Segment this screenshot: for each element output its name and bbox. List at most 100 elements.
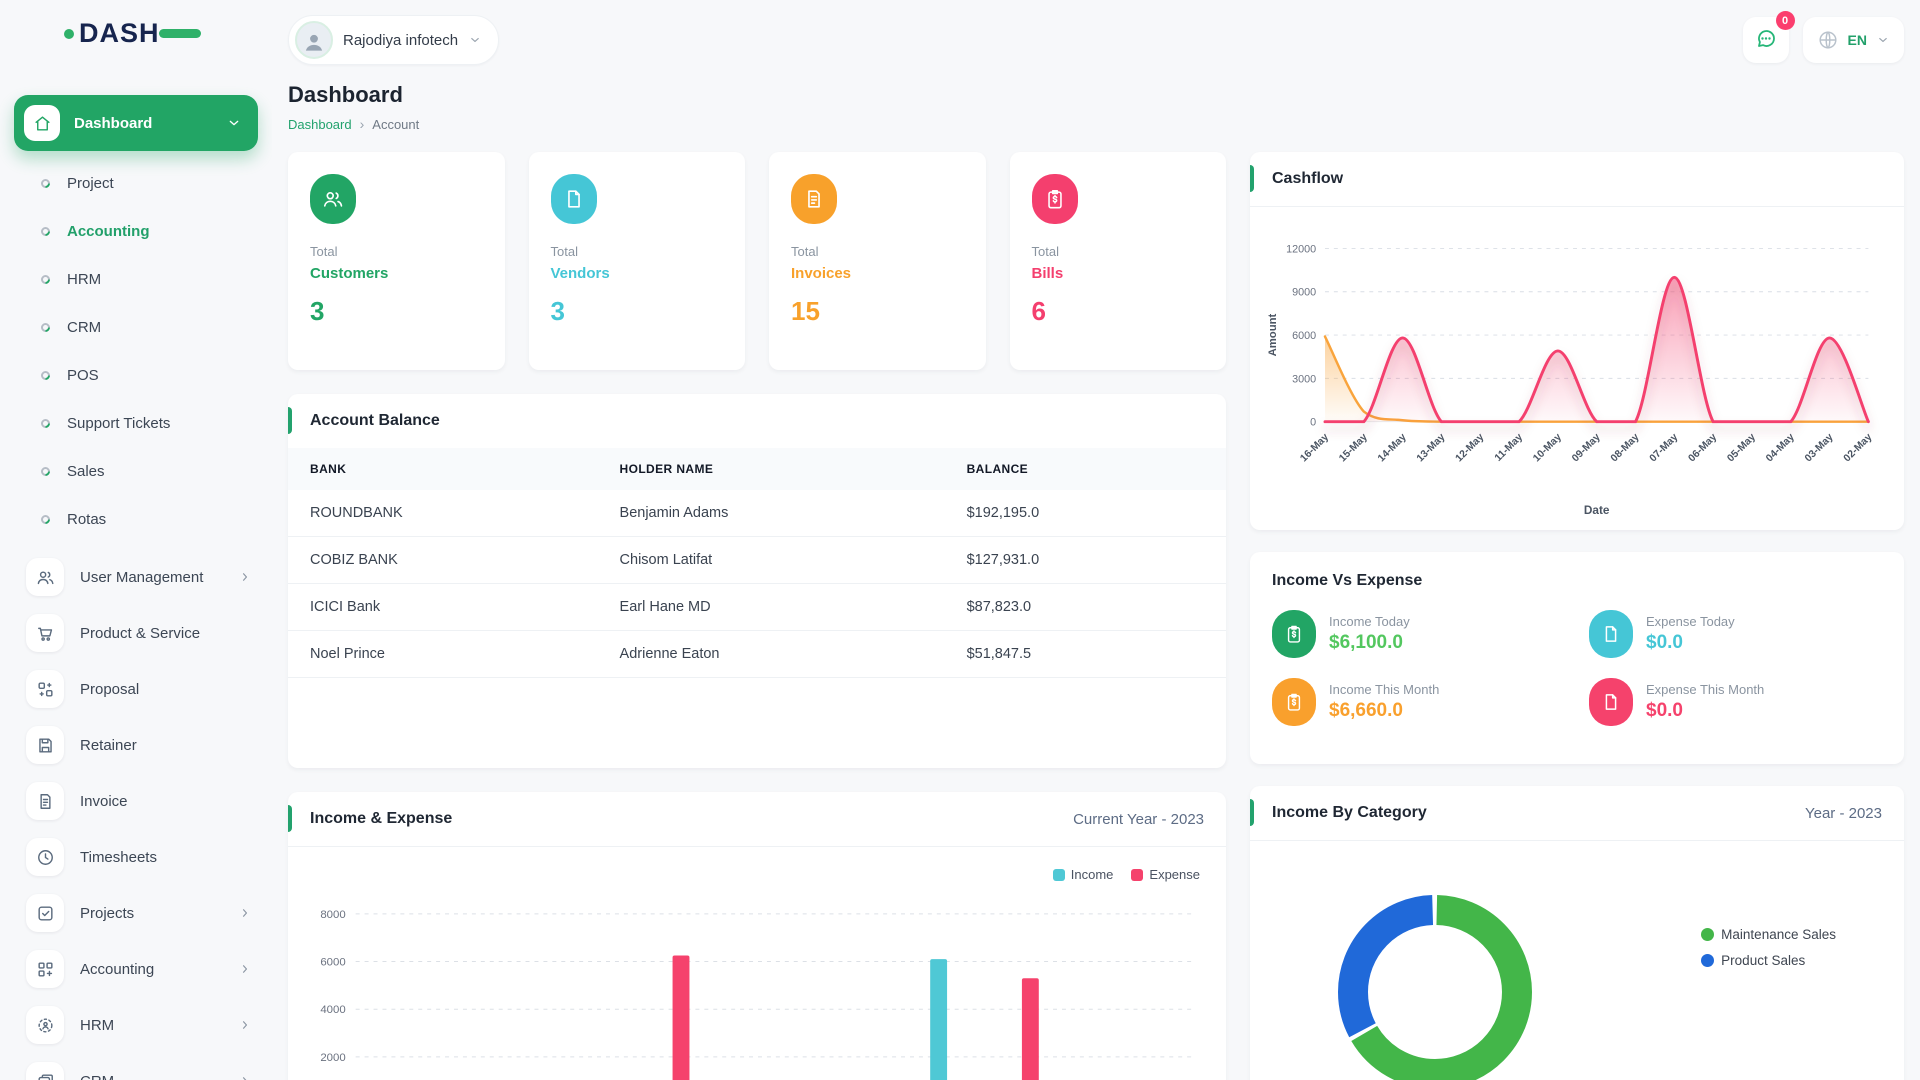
bullet-icon: [39, 321, 52, 334]
sidebar-subitem-crm[interactable]: CRM: [14, 303, 258, 351]
stat-prefix: Total: [310, 244, 483, 259]
stat-label: Customers: [310, 265, 483, 282]
table-cell: Chisom Latifat: [598, 537, 945, 584]
stat-cards: Total Customers 3TotalVendors3TotalInvoice…: [288, 152, 1226, 370]
file-icon: [1589, 610, 1633, 658]
sidebar-subitem-hrm[interactable]: HRM: [14, 255, 258, 303]
income-expense-chart: 02000400060008000: [288, 882, 1226, 1080]
table-cell: $51,847.5: [945, 631, 1226, 678]
legend-item-income[interactable]: Income: [1053, 867, 1114, 882]
sidebar-item-retainer[interactable]: Retainer: [14, 717, 258, 773]
donut-chart-svg: [1320, 877, 1550, 1080]
legend-item-expense[interactable]: Expense: [1131, 867, 1200, 882]
bar-chart-legend: Income Expense: [288, 847, 1226, 882]
sidebar-item-dashboard[interactable]: Dashboard: [14, 95, 258, 151]
svg-text:12000: 12000: [1286, 243, 1316, 255]
metric-label: Expense This Month: [1646, 682, 1764, 697]
sidebar-item-label: Projects: [80, 905, 134, 922]
file-icon: [1589, 678, 1633, 726]
stat-card-invoices[interactable]: TotalInvoices15: [769, 152, 986, 370]
svg-text:9000: 9000: [1292, 287, 1316, 299]
income-vs-expense-tiles: Income Today$6,100.0Expense Today$0.0Inc…: [1272, 610, 1882, 726]
breadcrumb: Dashboard › Account: [288, 116, 1904, 132]
income-expense-card: Income & Expense Current Year - 2023 Inc…: [288, 792, 1226, 1080]
avatar: [295, 21, 333, 59]
metric-income-this-month: Income This Month$6,660.0: [1272, 678, 1565, 726]
sidebar: DASH Dashboard ProjectAccountingHRMCRMPO…: [0, 0, 272, 1080]
legend-item-product-sales[interactable]: Product Sales: [1701, 953, 1836, 968]
sidebar-item-hrm[interactable]: HRM: [14, 997, 258, 1053]
stat-card-customers[interactable]: TotalCustomers3: [288, 152, 505, 370]
metric-label: Income Today: [1329, 614, 1410, 629]
legend-item-maintenance-sales[interactable]: Maintenance Sales: [1701, 927, 1836, 942]
card-title: Cashflow: [1272, 170, 1343, 188]
sidebar-item-label: Sales: [67, 463, 105, 480]
table-cell: COBIZ BANK: [288, 537, 598, 584]
breadcrumb-separator-icon: ›: [360, 116, 365, 132]
left-column: Total Customers 3TotalVendors3TotalInvoice…: [288, 152, 1226, 1080]
stat-prefix: Total: [1032, 244, 1205, 259]
sidebar-item-crm[interactable]: CRM: [14, 1053, 258, 1080]
messages-button[interactable]: 0: [1743, 17, 1789, 63]
sidebar-item-label: HRM: [67, 271, 101, 288]
sidebar-subitem-rotas[interactable]: Rotas: [14, 495, 258, 543]
bar-chart-svg: 02000400060008000: [300, 888, 1214, 1080]
proposal-icon: [26, 670, 64, 708]
company-switcher[interactable]: Rajodiya infotech: [288, 15, 499, 65]
sidebar-subitem-pos[interactable]: POS: [14, 351, 258, 399]
chevron-right-icon: [238, 570, 252, 584]
sidebar-subitem-accounting[interactable]: Accounting: [14, 207, 258, 255]
stat-card-vendors[interactable]: TotalVendors3: [529, 152, 746, 370]
sidebar-item-invoice[interactable]: Invoice: [14, 773, 258, 829]
table-row: ICICI BankEarl Hane MD$87,823.0: [288, 584, 1226, 631]
metric-expense-today: Expense Today$0.0: [1589, 610, 1882, 658]
legend-swatch: [1053, 869, 1065, 881]
sidebar-item-accounting[interactable]: Accounting: [14, 941, 258, 997]
sidebar-subitem-project[interactable]: Project: [14, 159, 258, 207]
stat-label: Bills: [1032, 265, 1205, 282]
sidebar-item-label: Support Tickets: [67, 415, 170, 432]
account-balance-header: Account Balance: [288, 394, 1226, 448]
language-selector[interactable]: EN: [1803, 17, 1904, 63]
metric-text: Expense This Month$0.0: [1646, 682, 1764, 722]
svg-text:10-May: 10-May: [1531, 432, 1564, 465]
sidebar-item-proposal[interactable]: Proposal: [14, 661, 258, 717]
sidebar-subitem-support-tickets[interactable]: Support Tickets: [14, 399, 258, 447]
metric-label: Expense Today: [1646, 614, 1735, 629]
metric-text: Income This Month$6,660.0: [1329, 682, 1439, 722]
table-row: COBIZ BANKChisom Latifat$127,931.0: [288, 537, 1226, 584]
logo[interactable]: DASH: [64, 18, 258, 49]
svg-text:4000: 4000: [320, 1004, 345, 1016]
sidebar-item-product-service[interactable]: Product & Service: [14, 605, 258, 661]
svg-text:2000: 2000: [320, 1052, 345, 1064]
save-icon: [26, 726, 64, 764]
logo-dash-bar: [159, 29, 201, 38]
legend-dot: [1701, 954, 1714, 967]
table-cell: $87,823.0: [945, 584, 1226, 631]
stat-prefix: Total: [551, 244, 724, 259]
page-title: Dashboard: [288, 82, 1904, 108]
metric-value: $6,660.0: [1329, 700, 1439, 722]
sidebar-subitem-sales[interactable]: Sales: [14, 447, 258, 495]
table-row: Noel PrinceAdrienne Eaton$51,847.5: [288, 631, 1226, 678]
sidebar-item-user-management[interactable]: User Management: [14, 549, 258, 605]
metric-expense-this-month: Expense This Month$0.0: [1589, 678, 1882, 726]
table-cell: Earl Hane MD: [598, 584, 945, 631]
table-cell: Benjamin Adams: [598, 490, 945, 537]
file-icon: [551, 174, 597, 224]
breadcrumb-dashboard-link[interactable]: Dashboard: [288, 117, 352, 132]
stat-value: 3: [551, 296, 724, 327]
bullet-icon: [39, 465, 52, 478]
svg-text:6000: 6000: [1292, 330, 1316, 342]
logo-text: DASH: [79, 18, 160, 49]
stat-card-bills[interactable]: TotalBills6: [1010, 152, 1227, 370]
sidebar-item-projects[interactable]: Projects: [14, 885, 258, 941]
bullet-icon: [39, 513, 52, 526]
target-user-icon: [26, 1006, 64, 1044]
language-code: EN: [1848, 32, 1867, 48]
legend-label: Expense: [1149, 867, 1200, 882]
svg-text:13-May: 13-May: [1415, 432, 1448, 465]
check-square-icon: [26, 894, 64, 932]
sidebar-item-timesheets[interactable]: Timesheets: [14, 829, 258, 885]
stat-prefix: Total: [791, 244, 964, 259]
